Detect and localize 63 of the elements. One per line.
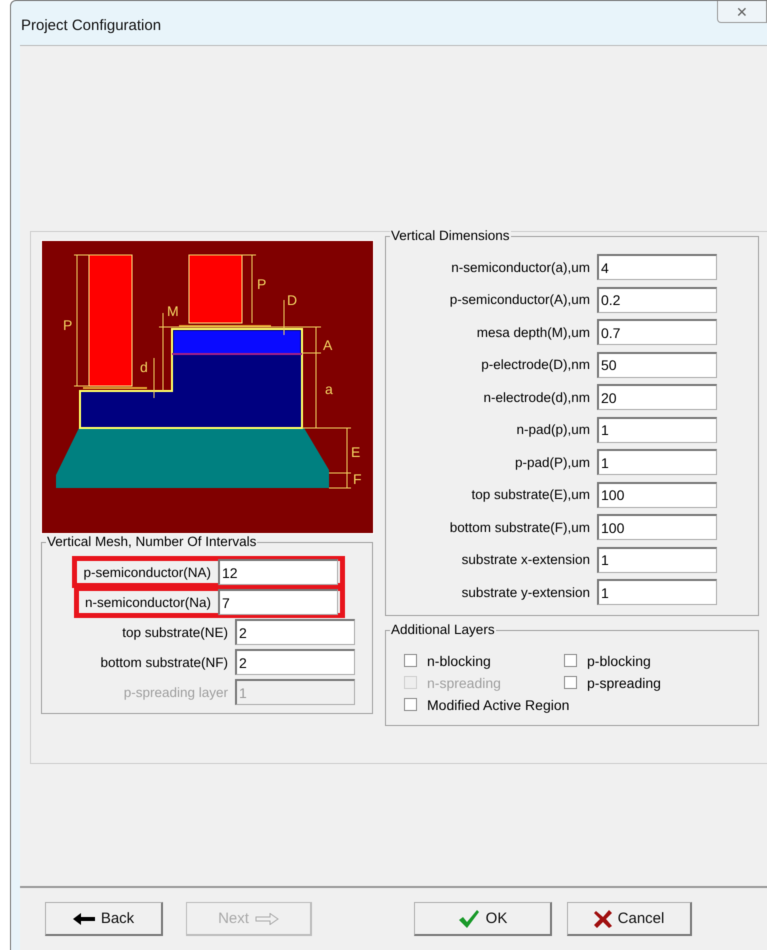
input-field[interactable]: 4	[597, 254, 717, 280]
input-field[interactable]: 12	[218, 559, 338, 585]
checkmark-icon	[458, 908, 480, 928]
dimension-label: P	[257, 276, 266, 292]
checkbox-label: Modified Active Region	[427, 696, 570, 712]
input-field[interactable]: 0.7	[597, 319, 717, 346]
input-field[interactable]: 100	[597, 514, 717, 540]
input-field[interactable]: 50	[597, 352, 717, 378]
dimension-label: E	[351, 444, 360, 460]
checkbox-label: p-blocking	[587, 652, 651, 668]
pad-shape	[188, 254, 242, 324]
field-label: top substrate(E),um	[471, 487, 590, 502]
group-title: Vertical Dimensions	[390, 228, 511, 243]
field-label: p-semiconductor(NA)	[83, 564, 211, 580]
group-title: Vertical Mesh, Number Of Intervals	[46, 534, 258, 549]
field-label: p-semiconductor(A),um	[450, 292, 590, 308]
field-label: p-spreading layer	[124, 684, 228, 700]
field-label: n-pad(p),um	[516, 422, 590, 438]
electrode-line	[83, 387, 147, 389]
input-field[interactable]: 1	[597, 579, 717, 606]
close-button[interactable]: ✕	[717, 1, 767, 23]
checkbox[interactable]	[404, 698, 417, 711]
input-field[interactable]: 20	[597, 384, 717, 410]
cross-icon	[594, 910, 612, 928]
field-label: p-electrode(D),nm	[481, 357, 590, 372]
field-label: top substrate(NE)	[122, 624, 228, 640]
input-field[interactable]: 2	[235, 649, 355, 675]
field-label: substrate y-extension	[462, 584, 590, 600]
field-label: p-pad(P),um	[514, 454, 590, 470]
input-field[interactable]: 1	[597, 546, 717, 573]
checkbox-label: n-blocking	[427, 652, 491, 668]
window-title: Project Configuration	[21, 17, 162, 34]
dialog-button[interactable]: Cancel	[567, 902, 692, 936]
field-label: n-semiconductor(a),um	[451, 260, 590, 275]
group-title: Additional Layers	[390, 622, 496, 636]
dimension-label: P	[63, 317, 72, 333]
input-field[interactable]: 0.2	[597, 286, 717, 313]
field-label: substrate x-extension	[462, 552, 590, 568]
right-arrow-icon	[254, 912, 279, 924]
input-field[interactable]: 1	[597, 416, 717, 443]
input-field[interactable]: 2	[235, 619, 355, 645]
checkbox[interactable]	[564, 676, 577, 689]
dimension-label: M	[167, 303, 179, 319]
input-field[interactable]: 100	[597, 482, 717, 508]
dialog-button[interactable]: OK	[414, 902, 552, 936]
dimension-label: F	[353, 471, 362, 487]
checkbox[interactable]	[404, 654, 417, 667]
dimension-label: a	[325, 381, 333, 397]
dimension-label: A	[323, 337, 332, 353]
checkbox[interactable]	[564, 654, 577, 667]
dimension-label: D	[287, 292, 298, 308]
field-label: mesa depth(M),um	[476, 324, 590, 340]
checkbox-label: n-spreading	[427, 674, 501, 690]
dimension-label: d	[140, 359, 148, 375]
dialog-button[interactable]: Back	[45, 902, 163, 936]
left-arrow-icon	[72, 912, 95, 924]
input-field[interactable]: 1	[597, 449, 717, 476]
field-label: bottom substrate(NF)	[100, 654, 228, 670]
field-label: bottom substrate(F),um	[450, 520, 590, 535]
field-label: n-semiconductor(Na)	[84, 594, 211, 610]
checkbox-label: p-spreading	[587, 674, 661, 690]
field-label: n-electrode(d),nm	[483, 390, 590, 405]
input-field[interactable]: 7	[218, 589, 338, 615]
